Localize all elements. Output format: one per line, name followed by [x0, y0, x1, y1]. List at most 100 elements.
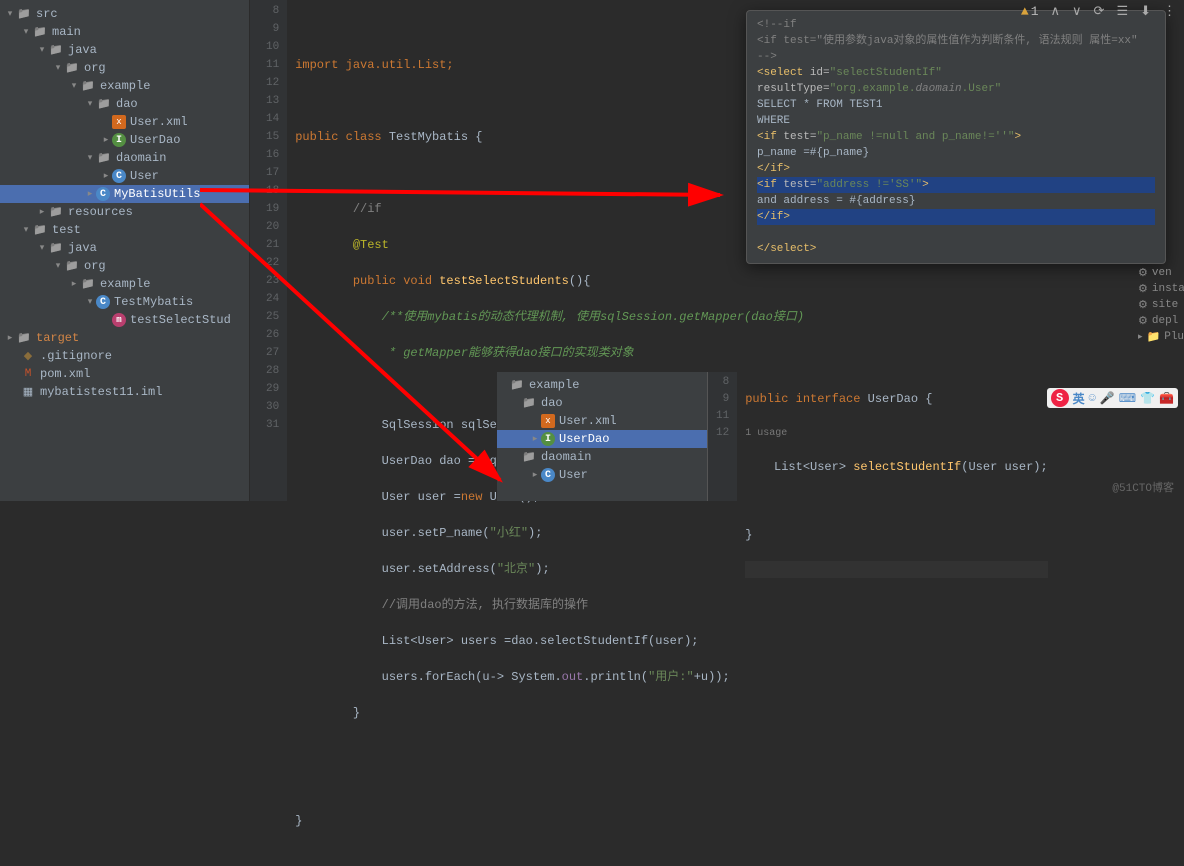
tree-example[interactable]: ▾example [0, 77, 249, 95]
xml-file-icon: x [541, 414, 555, 428]
folder-icon [521, 396, 537, 410]
tree-userxml[interactable]: xUser.xml [0, 113, 249, 131]
method-icon: m [112, 313, 126, 327]
mt-dao[interactable]: dao [497, 394, 707, 412]
chevron-right-icon[interactable]: ▸ [84, 189, 96, 199]
gear-icon: ⚙ [1138, 282, 1148, 296]
more-icon[interactable]: ⋮ [1163, 4, 1176, 19]
folder-icon [48, 241, 64, 255]
ime-lang[interactable]: 英 [1073, 390, 1085, 407]
mt-userxml[interactable]: xUser.xml [497, 412, 707, 430]
chevron-down-icon[interactable]: ▾ [84, 297, 96, 307]
chevron-down-icon[interactable]: ▾ [52, 261, 64, 271]
maven-icon: M [20, 367, 36, 381]
ime-emoji-icon[interactable]: ☺ [1089, 391, 1096, 405]
structure-tree[interactable]: example dao xUser.xml ▸IUserDao daomain … [497, 372, 707, 501]
project-tree[interactable]: ▾src ▾main ▾java ▾org ▾example ▾dao xUse… [0, 0, 250, 501]
watermark: @51CTO博客 [1112, 479, 1174, 495]
folder-icon: 📁 [1147, 330, 1161, 344]
folder-icon [32, 223, 48, 237]
folder-icon [521, 450, 537, 464]
tree-resources[interactable]: ▸resources [0, 203, 249, 221]
iml-icon: ▦ [20, 385, 36, 399]
download-icon[interactable]: ⬇ [1140, 4, 1151, 19]
gitignore-icon [20, 349, 36, 363]
chevron-right-icon[interactable]: ▸ [100, 135, 112, 145]
folder-icon [96, 97, 112, 111]
mini-code[interactable]: public interface UserDao { 1 usage List<… [737, 372, 1055, 501]
xml-quickview-popup[interactable]: <!--if <if test="使用参数java对象的属性值作为判断条件, 语… [746, 10, 1166, 264]
chevron-down-icon[interactable]: ▾ [20, 27, 32, 37]
tree-testmybatis[interactable]: ▾CTestMybatis [0, 293, 249, 311]
tree-org[interactable]: ▾org [0, 59, 249, 77]
tree-java2[interactable]: ▾java [0, 239, 249, 257]
chevron-right-icon[interactable]: ▸ [529, 434, 541, 444]
folder-icon [96, 151, 112, 165]
chevron-down-icon[interactable]: ▾ [84, 99, 96, 109]
mt-userdao[interactable]: ▸IUserDao [497, 430, 707, 448]
tree-example2[interactable]: ▸example [0, 275, 249, 293]
folder-icon [48, 205, 64, 219]
tree-java[interactable]: ▾java [0, 41, 249, 59]
interface-icon: I [541, 432, 555, 446]
chevron-right-icon[interactable]: ▸ [36, 207, 48, 217]
chevron-right-icon[interactable]: ▸ [100, 171, 112, 181]
chevron-right-icon[interactable]: ▸ [529, 470, 541, 480]
ime-mic-icon[interactable]: 🎤 [1100, 391, 1115, 406]
ime-toolbox-icon[interactable]: 🧰 [1159, 391, 1174, 406]
chevron-down-icon[interactable]: ▾ [4, 9, 16, 19]
tree-dao[interactable]: ▾dao [0, 95, 249, 113]
warnings-badge[interactable]: ▲1 [1021, 4, 1039, 19]
chevron-down-icon[interactable]: ▾ [20, 225, 32, 235]
gear-icon: ⚙ [1138, 298, 1148, 312]
tree-daomain[interactable]: ▾daomain [0, 149, 249, 167]
nav-up-icon[interactable]: ∧ [1051, 4, 1061, 19]
nav-down-icon[interactable]: ∨ [1072, 4, 1082, 19]
chevron-down-icon[interactable]: ▾ [68, 81, 80, 91]
class-icon: C [96, 187, 110, 201]
chevron-down-icon[interactable]: ▾ [36, 243, 48, 253]
ime-toolbar[interactable]: S 英 ☺ 🎤 ⌨ 👕 🧰 [1047, 388, 1178, 408]
folder-icon [48, 43, 64, 57]
tree-testselect[interactable]: mtestSelectStud [0, 311, 249, 329]
ime-keyboard-icon[interactable]: ⌨ [1119, 391, 1136, 406]
ime-logo-icon: S [1051, 389, 1069, 407]
mt-example[interactable]: example [497, 376, 707, 394]
maven-panel-edge[interactable]: ⚙ven ⚙insta ⚙site ⚙depl ▸📁Plugins [1134, 265, 1184, 345]
chevron-down-icon[interactable]: ▾ [52, 63, 64, 73]
chevron-down-icon[interactable]: ▾ [36, 45, 48, 55]
folder-icon [64, 61, 80, 75]
tree-pom[interactable]: Mpom.xml [0, 365, 249, 383]
class-icon: C [112, 169, 126, 183]
xml-file-icon: x [112, 115, 126, 129]
chevron-right-icon[interactable]: ▸ [68, 279, 80, 289]
nav-icon[interactable]: ☰ [1116, 4, 1128, 19]
tree-org2[interactable]: ▾org [0, 257, 249, 275]
tree-src[interactable]: ▾src [0, 5, 249, 23]
tree-test[interactable]: ▾test [0, 221, 249, 239]
class-icon: C [96, 295, 110, 309]
interface-icon: I [112, 133, 126, 147]
folder-icon [64, 259, 80, 273]
folder-icon [16, 7, 32, 21]
refresh-icon[interactable]: ⟳ [1094, 4, 1105, 19]
gear-icon: ⚙ [1138, 266, 1148, 280]
tree-userdao[interactable]: ▸IUserDao [0, 131, 249, 149]
chevron-right-icon[interactable]: ▸ [4, 333, 16, 343]
tree-gitignore[interactable]: .gitignore [0, 347, 249, 365]
mt-user[interactable]: ▸CUser [497, 466, 707, 484]
gear-icon: ⚙ [1138, 314, 1148, 328]
tree-user[interactable]: ▸CUser [0, 167, 249, 185]
tree-mybatisutils[interactable]: ▸CMyBatisUtils [0, 185, 249, 203]
folder-icon [32, 25, 48, 39]
editor-top-toolbar: ▲1 ∧ ∨ ⟳ ☰ ⬇ ⋮ [1021, 4, 1176, 19]
tree-target[interactable]: ▸target [0, 329, 249, 347]
ime-skin-icon[interactable]: 👕 [1140, 391, 1155, 406]
gutter: 891011 12131415 16171819 20212223 242526… [250, 0, 287, 501]
class-icon: C [541, 468, 555, 482]
mini-gutter: 891112 [708, 372, 737, 501]
tree-main[interactable]: ▾main [0, 23, 249, 41]
tree-iml[interactable]: ▦mybatistest11.iml [0, 383, 249, 401]
chevron-down-icon[interactable]: ▾ [84, 153, 96, 163]
mt-daomain[interactable]: daomain [497, 448, 707, 466]
